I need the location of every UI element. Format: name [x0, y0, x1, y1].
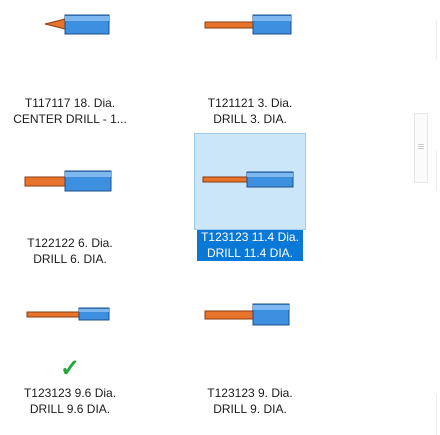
- tool-label-line2: CENTER DRILL - 1...: [13, 112, 127, 126]
- panel-edge-divider: [436, 395, 437, 435]
- panel-edge-divider: [436, 150, 437, 190]
- tool-label-line2: DRILL 9. DIA.: [213, 402, 287, 416]
- tool-label: T123123 9. Dia. DRILL 9. DIA.: [180, 385, 320, 417]
- tool-thumbnail: [15, 140, 125, 235]
- tool-label-line1: T121121 3. Dia.: [207, 96, 293, 110]
- center-drill-icon: [44, 14, 110, 35]
- scrollbar-grip-icon: [418, 144, 424, 150]
- tool-label-line1: T117117 18. Dia.: [24, 96, 116, 110]
- tool-item-t123123-9-6[interactable]: ✓ T123123 9.6 Dia. DRILL 9.6 DIA.: [0, 290, 140, 417]
- check-mark-icon: ✓: [59, 355, 81, 382]
- drill-icon: [202, 171, 294, 188]
- tool-label-line1: T123123 11.4 Dia.: [201, 230, 299, 244]
- tool-thumbnail: ✓: [15, 290, 125, 385]
- tool-label-line1: T123123 9.6 Dia.: [23, 386, 117, 400]
- tool-item-t123123-11-4[interactable]: T123123 11.4 Dia. DRILL 11.4 DIA.: [180, 133, 320, 262]
- tool-item-t123123-9[interactable]: T123123 9. Dia. DRILL 9. DIA.: [180, 290, 320, 417]
- tool-label-line2: DRILL 3. DIA.: [213, 112, 287, 126]
- tool-thumbnail-grid: T117117 18. Dia. CENTER DRILL - 1... T12…: [0, 0, 400, 435]
- tool-label-line2: DRILL 9.6 DIA.: [29, 402, 111, 416]
- tool-thumbnail: [194, 133, 306, 230]
- panel-edge-divider: [436, 20, 437, 60]
- tool-label-line2: DRILL 11.4 DIA.: [206, 246, 294, 260]
- tool-label: T121121 3. Dia. DRILL 3. DIA.: [180, 95, 320, 127]
- tool-label-line1: T122122 6. Dia.: [27, 236, 113, 250]
- drill-icon: [204, 14, 292, 35]
- tool-item-t122122[interactable]: T122122 6. Dia. DRILL 6. DIA.: [0, 140, 140, 267]
- tool-label: T117117 18. Dia. CENTER DRILL - 1...: [0, 95, 140, 127]
- tool-label: T122122 6. Dia. DRILL 6. DIA.: [0, 235, 140, 267]
- tool-thumbnail: [195, 0, 305, 95]
- drill-icon: [24, 170, 112, 192]
- tool-thumbnail: [195, 290, 305, 385]
- drill-icon: [204, 303, 290, 326]
- tool-label-line1: T123123 9. Dia.: [207, 386, 293, 400]
- scrollbar-thumb[interactable]: [414, 113, 428, 183]
- tool-thumbnail: [15, 0, 125, 95]
- tool-item-t121121[interactable]: T121121 3. Dia. DRILL 3. DIA.: [180, 0, 320, 127]
- tool-label: T123123 11.4 Dia. DRILL 11.4 DIA.: [197, 229, 303, 261]
- tool-label-line2: DRILL 6. DIA.: [33, 252, 107, 266]
- vertical-scrollbar[interactable]: [409, 0, 433, 435]
- tool-item-t117117[interactable]: T117117 18. Dia. CENTER DRILL - 1...: [0, 0, 140, 127]
- tool-label: T123123 9.6 Dia. DRILL 9.6 DIA.: [0, 385, 140, 417]
- drill-icon: [26, 307, 110, 321]
